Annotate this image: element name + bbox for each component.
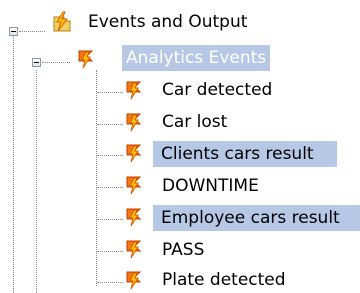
tree-node-event[interactable]: Plate detected xyxy=(158,267,290,293)
tree-node-event[interactable]: Car lost xyxy=(158,109,231,135)
tree-guide-line xyxy=(13,36,14,293)
lightning-flag-icon xyxy=(124,141,144,163)
tree-connector xyxy=(97,92,123,93)
event-tree: Events and Output Analytics Events Car d… xyxy=(0,0,360,293)
tree-connector xyxy=(42,62,70,63)
tree-connector xyxy=(19,31,45,32)
tree-node-event[interactable]: Employee cars result xyxy=(153,205,360,231)
tree-connector xyxy=(97,187,123,188)
lightning-flag-icon xyxy=(124,205,144,227)
tree-node-event[interactable]: DOWNTIME xyxy=(158,173,263,199)
tree-node-events-and-output[interactable]: Events and Output xyxy=(84,9,251,35)
tree-node-analytics-events[interactable]: Analytics Events xyxy=(122,45,271,71)
lightning-flag-icon xyxy=(76,47,96,69)
tree-connector xyxy=(97,124,123,125)
tree-guide-line xyxy=(36,70,37,293)
lightning-folder-icon xyxy=(52,11,72,33)
tree-connector xyxy=(97,155,123,156)
lightning-flag-icon xyxy=(124,78,144,100)
lightning-flag-icon xyxy=(124,173,144,195)
lightning-flag-icon xyxy=(124,268,144,290)
root-collapse-toggle[interactable] xyxy=(9,27,18,36)
lightning-flag-icon xyxy=(124,110,144,132)
group-collapse-toggle[interactable] xyxy=(32,58,41,67)
lightning-flag-icon xyxy=(124,237,144,259)
tree-connector xyxy=(97,251,123,252)
tree-connector xyxy=(97,219,123,220)
tree-guide-line xyxy=(96,70,97,286)
tree-node-event[interactable]: Clients cars result xyxy=(153,141,337,167)
tree-node-event[interactable]: PASS xyxy=(158,237,208,263)
tree-node-event[interactable]: Car detected xyxy=(158,77,276,103)
tree-connector xyxy=(97,282,123,283)
